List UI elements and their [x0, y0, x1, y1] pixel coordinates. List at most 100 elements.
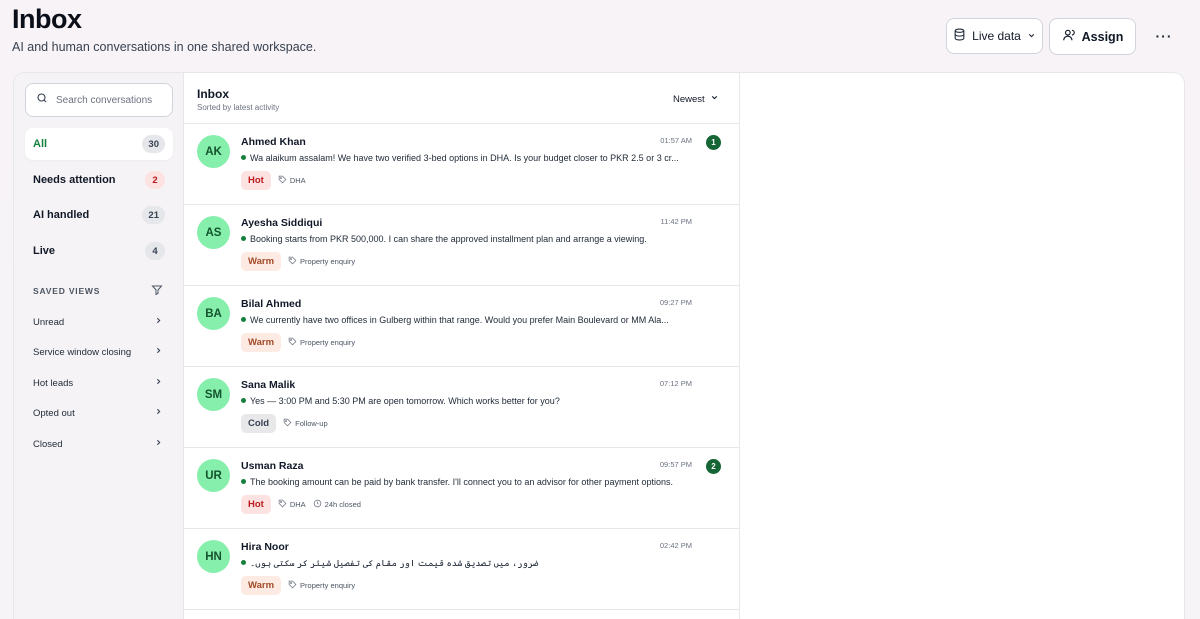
message-text: We currently have two offices in Gulberg… — [250, 315, 669, 325]
message-time: 02:42 PM — [659, 541, 692, 550]
conversation-row[interactable]: AK Ahmed Khan 01:57 AM 1 Wa alaikum assa… — [184, 124, 740, 205]
contact-name: Sana Malik — [241, 379, 296, 391]
chevron-right-icon — [154, 316, 163, 328]
tag-label: Property enquiry — [300, 581, 356, 590]
filter-count: 2 — [145, 171, 165, 189]
lead-temperature-badge: Warm — [241, 333, 282, 352]
tag: DHA — [278, 499, 306, 510]
message-text: ضرور، میں تصدیق شدہ قیمت اور مقام کی تفص… — [250, 558, 539, 568]
chevron-right-icon — [154, 407, 163, 419]
tag-label: Property enquiry — [300, 338, 356, 347]
filter-icon[interactable] — [151, 284, 163, 298]
filter-live[interactable]: Live 4 — [25, 235, 173, 267]
page-title: Inbox — [12, 4, 82, 34]
contact-name: Usman Raza — [241, 460, 304, 472]
status-dot — [241, 479, 246, 485]
saved-view-label: Hot leads — [33, 377, 74, 389]
message-time: 09:57 PM — [659, 460, 692, 469]
tags-row: Warm Property enquiry — [241, 252, 355, 271]
tags-row: Warm Property enquiry — [241, 576, 355, 595]
tag-icon — [288, 337, 297, 348]
avatar: AK — [197, 135, 230, 168]
tag: Property enquiry — [288, 580, 355, 591]
tag-icon — [288, 580, 297, 591]
saved-view-label: Unread — [33, 316, 65, 328]
live-data-label: Live data — [972, 29, 1021, 43]
tag-icon — [283, 418, 292, 429]
list-title: Inbox — [197, 87, 229, 101]
service-window-status: 24h closed — [313, 499, 361, 510]
filter-count: 30 — [142, 135, 165, 153]
status-dot — [241, 560, 246, 566]
service-window-label: 24h closed — [324, 500, 361, 509]
conversation-detail-pane — [740, 73, 1184, 619]
contact-name: Hira Noor — [241, 541, 289, 553]
page-header: Inbox AI and human conversations in one … — [0, 0, 1200, 72]
tags-row: Hot DHA — [241, 171, 306, 190]
saved-view-label: Opted out — [33, 407, 75, 419]
conversation-row[interactable]: UR Usman Raza 09:57 PM 2 The booking amo… — [184, 448, 740, 529]
tag-label: DHA — [289, 176, 306, 185]
status-dot — [241, 317, 246, 323]
message-text: The booking amount can be paid by bank t… — [250, 477, 673, 487]
filter-ai-handled[interactable]: AI handled 21 — [25, 199, 173, 231]
tag: Follow-up — [283, 418, 328, 429]
tag: DHA — [278, 175, 306, 186]
tag-icon — [278, 499, 287, 510]
message-time: 11:42 PM — [660, 217, 692, 226]
filter-count: 4 — [145, 242, 165, 260]
saved-view-service-window-closing[interactable]: Service window closing — [33, 346, 163, 358]
assign-button[interactable]: Assign — [1049, 18, 1136, 55]
list-subtitle: Sorted by latest activity — [197, 103, 280, 112]
conversation-row[interactable]: BA Bilal Ahmed 09:27 PM We currently hav… — [184, 286, 740, 367]
message-time: 09:27 PM — [659, 298, 692, 307]
conversation-row[interactable]: SM Sana Malik 07:12 PM Yes — 3:00 PM and… — [184, 367, 740, 448]
message-time: 01:57 AM — [660, 136, 692, 145]
assign-label: Assign — [1081, 29, 1124, 44]
saved-view-unread[interactable]: Unread — [33, 316, 163, 328]
database-icon — [953, 28, 966, 44]
conversation-row[interactable]: HN Hira Noor 02:42 PM ضرور، میں تصدیق شد… — [184, 529, 740, 610]
lead-temperature-badge: Hot — [241, 171, 271, 190]
message-text: Yes — 3:00 PM and 5:30 PM are open tomor… — [250, 396, 560, 406]
user-icon — [1062, 28, 1076, 45]
search-input[interactable] — [56, 94, 161, 106]
list-header: Inbox Sorted by latest activity Newest — [184, 73, 739, 124]
sort-dropdown[interactable]: Newest — [673, 93, 719, 105]
filter-needs-attention[interactable]: Needs attention 2 — [25, 164, 173, 196]
filter-label: Live — [33, 245, 56, 257]
sidebar: All 30 Needs attention 2 AI handled 21 L… — [14, 73, 184, 619]
chevron-right-icon — [154, 438, 163, 450]
more-icon[interactable]: ··· — [1152, 24, 1176, 48]
unread-badge: 1 — [706, 135, 721, 150]
message-preview: Yes — 3:00 PM and 5:30 PM are open tomor… — [241, 396, 691, 406]
unread-badge: 2 — [706, 459, 721, 474]
filter-label: All — [33, 138, 48, 150]
search-icon — [36, 91, 48, 109]
tags-row: Warm Property enquiry — [241, 333, 355, 352]
inbox-panel: All 30 Needs attention 2 AI handled 21 L… — [13, 72, 1185, 619]
tags-row: Cold Follow-up — [241, 414, 328, 433]
page-subtitle: AI and human conversations in one shared… — [12, 40, 317, 54]
chevron-down-icon — [1027, 29, 1036, 43]
status-dot — [241, 236, 246, 242]
conversation-list: Inbox Sorted by latest activity Newest A… — [184, 73, 740, 619]
lead-temperature-badge: Warm — [241, 576, 282, 595]
contact-name: Ahmed Khan — [241, 136, 306, 148]
search-box[interactable] — [25, 83, 173, 117]
conversation-row[interactable]: AS Ayesha Siddiqui 11:42 PM Booking star… — [184, 205, 740, 286]
live-data-button[interactable]: Live data — [946, 18, 1043, 54]
saved-view-closed[interactable]: Closed — [33, 438, 163, 450]
avatar: BA — [197, 297, 230, 330]
saved-view-label: Service window closing — [33, 346, 132, 358]
tag-label: DHA — [289, 500, 306, 509]
filter-all[interactable]: All 30 — [25, 128, 173, 160]
filter-count: 21 — [142, 206, 165, 224]
saved-view-opted-out[interactable]: Opted out — [33, 407, 163, 419]
message-preview: The booking amount can be paid by bank t… — [241, 477, 691, 487]
filter-label: Needs attention — [33, 174, 116, 186]
message-text: Booking starts from PKR 500,000. I can s… — [250, 234, 647, 244]
saved-view-hot-leads[interactable]: Hot leads — [33, 377, 163, 389]
avatar: HN — [197, 540, 230, 573]
tag-label: Property enquiry — [300, 257, 356, 266]
